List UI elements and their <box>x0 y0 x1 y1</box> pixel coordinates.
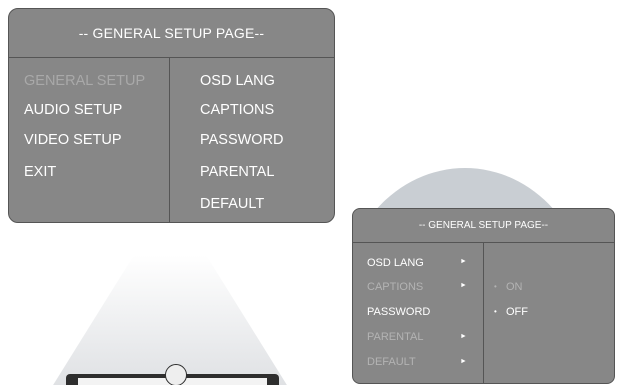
submenu-arrow-icon: ► <box>460 333 467 340</box>
menu-item-video-setup[interactable]: VIDEO SETUP <box>24 132 122 148</box>
menu-item-exit[interactable]: EXIT <box>24 164 56 180</box>
sub-item-captions[interactable]: CAPTIONS <box>367 281 423 293</box>
device-knob-icon <box>165 364 187 385</box>
option-default[interactable]: DEFAULT <box>200 196 264 212</box>
bullet-icon: • <box>494 282 497 291</box>
main-panel-title: -- GENERAL SETUP PAGE-- <box>9 9 334 58</box>
option-on-label: ON <box>506 281 523 293</box>
menu-item-general-setup[interactable]: GENERAL SETUP <box>24 73 145 89</box>
bullet-icon: • <box>494 307 497 316</box>
sub-item-password[interactable]: PASSWORD <box>367 306 430 318</box>
option-password[interactable]: PASSWORD <box>200 132 284 148</box>
main-category-menu: GENERAL SETUP AUDIO SETUP VIDEO SETUP EX… <box>9 57 170 222</box>
option-parental[interactable]: PARENTAL <box>200 164 274 180</box>
submenu-arrow-icon: ► <box>460 282 467 289</box>
sub-options-menu: OSD LANG ► CAPTIONS ► PASSWORD PARENTAL … <box>353 242 484 383</box>
sub-values-menu: • ON • OFF <box>484 242 614 383</box>
submenu-arrow-icon: ► <box>460 358 467 365</box>
sub-item-default[interactable]: DEFAULT <box>367 356 416 368</box>
submenu-arrow-icon: ► <box>460 258 467 265</box>
option-off-label: OFF <box>506 306 528 318</box>
option-captions[interactable]: CAPTIONS <box>200 102 274 118</box>
sub-setup-panel: -- GENERAL SETUP PAGE-- OSD LANG ► CAPTI… <box>352 208 615 384</box>
option-on[interactable]: • ON <box>494 281 523 293</box>
option-osd-lang[interactable]: OSD LANG <box>200 73 275 89</box>
main-options-menu: OSD LANG CAPTIONS PASSWORD PARENTAL DEFA… <box>170 57 334 222</box>
stage: -- GENERAL SETUP PAGE-- GENERAL SETUP AU… <box>0 0 619 385</box>
main-setup-panel: -- GENERAL SETUP PAGE-- GENERAL SETUP AU… <box>8 8 335 223</box>
menu-item-audio-setup[interactable]: AUDIO SETUP <box>24 102 122 118</box>
sub-panel-title: -- GENERAL SETUP PAGE-- <box>353 209 614 243</box>
sub-item-osd-lang[interactable]: OSD LANG <box>367 257 424 269</box>
option-off[interactable]: • OFF <box>494 306 528 318</box>
sub-item-parental[interactable]: PARENTAL <box>367 331 423 343</box>
